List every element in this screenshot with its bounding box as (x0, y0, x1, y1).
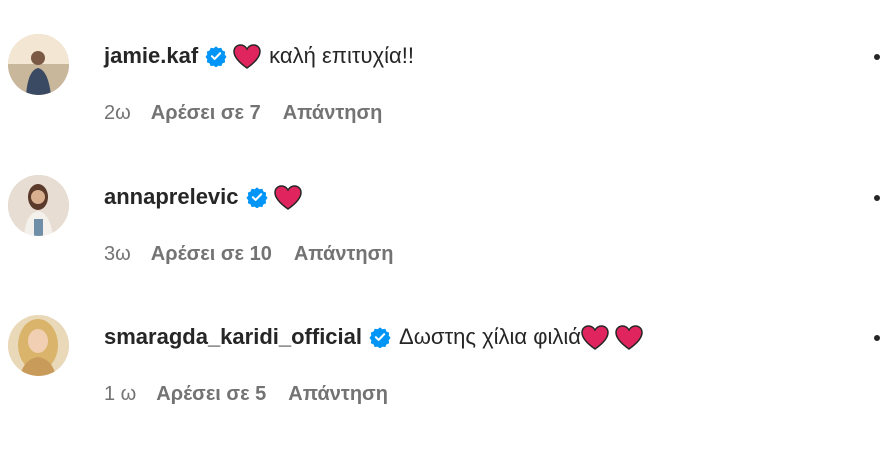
comment-text: Δωστης χίλια φιλιά (399, 324, 582, 349)
likes-count[interactable]: Αρέσει σε 7 (151, 102, 261, 125)
timestamp[interactable]: 3ω (104, 243, 131, 266)
avatar[interactable] (8, 34, 69, 95)
comment-item: jamie.kaf καλή επιτυχία!! 2ω Αρέσει σε 7… (0, 34, 880, 174)
comment-meta: 1 ω Αρέσει σε 5 Απάντηση (104, 383, 388, 406)
reply-button[interactable]: Απάντηση (294, 243, 394, 266)
comment-text: καλή επιτυχία!! (269, 43, 414, 68)
verified-badge-icon (205, 45, 227, 67)
reply-button[interactable]: Απάντηση (288, 383, 388, 406)
red-heart-icon (615, 324, 643, 350)
comment-item: annaprelevic 3ω Αρέσει σε 10 Απάντηση (0, 175, 880, 315)
username[interactable]: smaragda_karidi_official (104, 324, 362, 350)
likes-count[interactable]: Αρέσει σε 5 (156, 383, 266, 406)
comment-body: annaprelevic (104, 181, 302, 213)
comment-item: smaragda_karidi_official Δωστης χίλια φι… (0, 315, 880, 455)
timestamp[interactable]: 1 ω (104, 383, 136, 406)
red-heart-icon (273, 184, 302, 210)
username[interactable]: annaprelevic (104, 184, 239, 210)
timestamp[interactable]: 2ω (104, 102, 131, 125)
verified-badge-icon (369, 326, 391, 348)
red-heart-icon (233, 43, 261, 69)
comment-meta: 3ω Αρέσει σε 10 Απάντηση (104, 243, 394, 266)
username[interactable]: jamie.kaf (104, 43, 198, 69)
comment-like-icon[interactable] (874, 195, 880, 201)
comment-body: jamie.kaf καλή επιτυχία!! (104, 40, 414, 72)
verified-badge-icon (245, 186, 268, 208)
reply-button[interactable]: Απάντηση (283, 102, 383, 125)
comment-like-icon[interactable] (874, 54, 880, 60)
comment-like-icon[interactable] (874, 335, 880, 341)
avatar[interactable] (8, 315, 69, 376)
comment-body: smaragda_karidi_official Δωστης χίλια φι… (104, 321, 643, 353)
likes-count[interactable]: Αρέσει σε 10 (151, 243, 272, 266)
avatar[interactable] (8, 175, 69, 236)
comment-meta: 2ω Αρέσει σε 7 Απάντηση (104, 102, 382, 125)
red-heart-icon (581, 324, 609, 350)
